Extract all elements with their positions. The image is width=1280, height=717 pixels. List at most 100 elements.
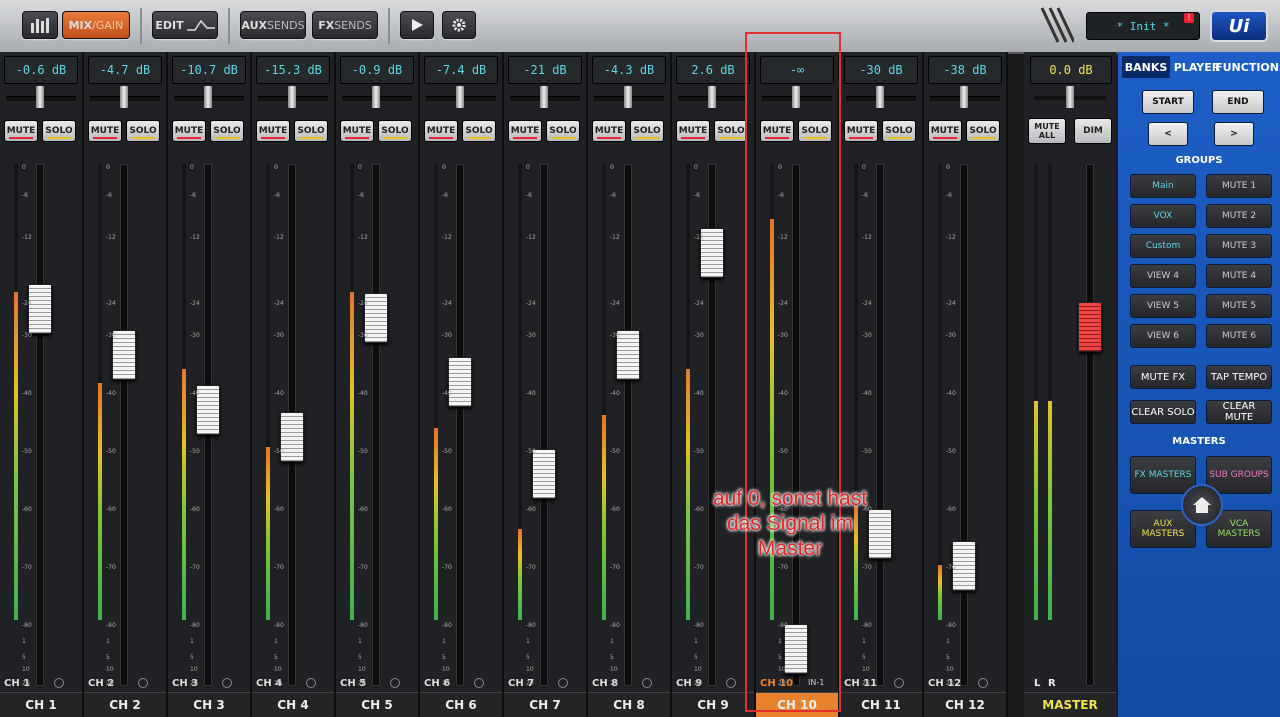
channel-name[interactable]: CH 3 [168,692,250,717]
mute-group-button[interactable]: MUTE 6 [1206,324,1272,348]
pan-knob[interactable] [288,86,296,108]
tap-tempo-button[interactable]: TAP TEMPO [1206,365,1272,389]
solo-button[interactable]: SOLO [714,120,748,142]
mute-button[interactable]: MUTE [676,120,710,142]
clear-solo-button[interactable]: CLEAR SOLO [1130,400,1196,424]
settings-button[interactable] [442,11,476,39]
mute-group-button[interactable]: MUTE 5 [1206,294,1272,318]
fx-sends-button[interactable]: FX SENDS [312,11,378,39]
next-button[interactable]: > [1214,122,1254,146]
channel-name[interactable]: CH 4 [252,692,334,717]
solo-button[interactable]: SOLO [42,120,76,142]
clear-mute-button[interactable]: CLEAR MUTE [1206,400,1272,424]
solo-button[interactable]: SOLO [294,120,328,142]
solo-button[interactable]: SOLO [630,120,664,142]
channel-fader[interactable] [448,357,472,408]
prev-button[interactable]: < [1148,122,1188,146]
group-view-button[interactable]: VIEW 6 [1130,324,1196,348]
channel-db-display[interactable]: -21 dB [508,56,582,84]
channel-name[interactable]: CH 8 [588,692,670,717]
meter-tick-label: 1 [694,638,698,645]
channel-fader[interactable] [532,449,556,500]
meters-view-button[interactable] [22,11,58,39]
channel-db-display[interactable]: 2.6 dB [676,56,750,84]
solo-button[interactable]: SOLO [546,120,580,142]
channel-db-display[interactable]: -15.3 dB [256,56,330,84]
meter-tick-label: 0 [106,164,110,171]
channel-fader[interactable] [28,283,52,334]
channel-name[interactable]: CH 2 [84,692,166,717]
solo-button[interactable]: SOLO [210,120,244,142]
edit-button[interactable]: EDIT [152,11,218,39]
status-display[interactable]: * Init * [1086,12,1200,40]
solo-button[interactable]: SOLO [966,120,1000,142]
mute-fx-button[interactable]: MUTE FX [1130,365,1196,389]
meter-tick-label: -30 [274,332,284,339]
mute-button[interactable]: MUTE [508,120,542,142]
solo-button[interactable]: SOLO [378,120,412,142]
mute-group-button[interactable]: MUTE 1 [1206,174,1272,198]
master-name[interactable]: MASTER [1024,692,1116,717]
mute-button[interactable]: MUTE [172,120,206,142]
channel-db-display[interactable]: -0.9 dB [340,56,414,84]
mute-group-button[interactable]: MUTE 4 [1206,264,1272,288]
mute-button[interactable]: MUTE [844,120,878,142]
group-view-button[interactable]: VIEW 4 [1130,264,1196,288]
start-button[interactable]: START [1142,90,1194,114]
pan-knob[interactable] [372,86,380,108]
pan-knob[interactable] [540,86,548,108]
mute-button[interactable]: MUTE [256,120,290,142]
dim-button[interactable]: DIM [1074,118,1112,144]
channel-name[interactable]: CH 7 [504,692,586,717]
pan-knob[interactable] [624,86,632,108]
mute-button[interactable]: MUTE [592,120,626,142]
channel-name[interactable]: CH 12 [924,692,1006,717]
mute-button[interactable]: MUTE [424,120,458,142]
master-db-display[interactable]: 0.0 dB [1030,56,1112,84]
pan-knob[interactable] [876,86,884,108]
pan-knob[interactable] [36,86,44,108]
play-button[interactable] [400,11,434,39]
pan-knob[interactable] [120,86,128,108]
mute-group-button[interactable]: MUTE 2 [1206,204,1272,228]
channel-db-display[interactable]: -7.4 dB [424,56,498,84]
channel-name[interactable]: CH 5 [336,692,418,717]
mix-gain-button[interactable]: MIX/GAIN [62,11,130,39]
mute-button[interactable]: MUTE [88,120,122,142]
pan-knob[interactable] [204,86,212,108]
tab-banks[interactable]: BANKS [1122,56,1170,78]
mute-button[interactable]: MUTE [4,120,38,142]
pan-knob[interactable] [708,86,716,108]
channel-db-display[interactable]: -0.6 dB [4,56,78,84]
solo-button[interactable]: SOLO [882,120,916,142]
mute-all-button[interactable]: MUTE ALL [1028,118,1066,144]
channel-name[interactable]: CH 1 [0,692,82,717]
channel-name[interactable]: CH 9 [672,692,754,717]
channel-db-display[interactable]: -38 dB [928,56,1002,84]
tab-functions[interactable]: FUNCTIONS [1215,56,1280,78]
home-button[interactable] [1181,484,1223,526]
solo-button[interactable]: SOLO [126,120,160,142]
top-toolbar: MIX/GAIN EDIT AUX SENDS FX SENDS * Init * … [0,0,1280,54]
master-balance-knob[interactable] [1066,86,1074,108]
channel-db-display[interactable]: -4.3 dB [592,56,666,84]
channel-db-display[interactable]: -4.7 dB [88,56,162,84]
end-button[interactable]: END [1212,90,1264,114]
channel-db-display[interactable]: -10.7 dB [172,56,246,84]
aux-sends-button[interactable]: AUX SENDS [240,11,306,39]
channel-name[interactable]: CH 11 [840,692,922,717]
group-view-button[interactable]: Custom [1130,234,1196,258]
pan-knob[interactable] [456,86,464,108]
pan-knob[interactable] [960,86,968,108]
group-view-button[interactable]: VIEW 5 [1130,294,1196,318]
channel-db-display[interactable]: -30 dB [844,56,918,84]
solo-button[interactable]: SOLO [462,120,496,142]
fx-masters-button[interactable]: FX MASTERS [1130,456,1196,494]
mute-group-button[interactable]: MUTE 3 [1206,234,1272,258]
channel-name[interactable]: CH 6 [420,692,502,717]
mute-button[interactable]: MUTE [928,120,962,142]
group-view-button[interactable]: Main [1130,174,1196,198]
group-view-button[interactable]: VOX [1130,204,1196,228]
mute-button[interactable]: MUTE [340,120,374,142]
master-fader[interactable] [1078,302,1102,352]
